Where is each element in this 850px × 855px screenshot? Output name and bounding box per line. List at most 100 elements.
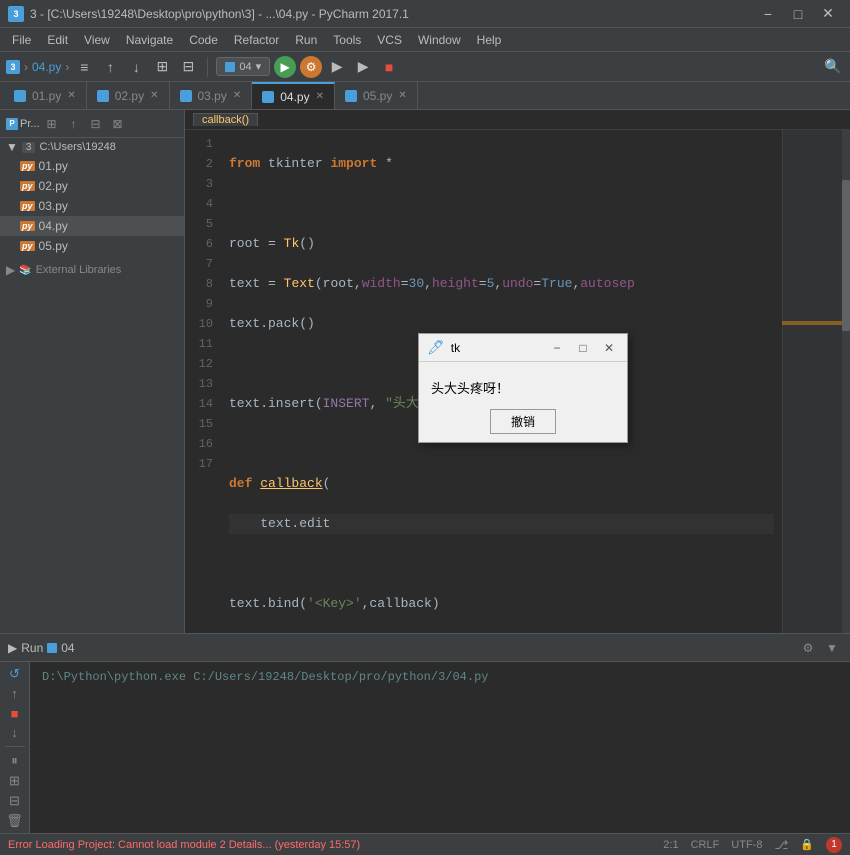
scrollbar[interactable] bbox=[842, 130, 850, 633]
stop-btn[interactable]: ■ bbox=[378, 56, 400, 78]
sidebar-btn1[interactable]: ⊞ bbox=[42, 114, 62, 134]
sidebar-project-icon: P bbox=[6, 118, 18, 130]
sidebar-item-external-libraries[interactable]: ▶ 📚 External Libraries bbox=[0, 260, 184, 280]
coverage-btn[interactable]: ▶ bbox=[326, 56, 348, 78]
run-filter-btn[interactable]: ⊟ bbox=[4, 793, 26, 809]
tree-root[interactable]: ▼ 3 C:\Users\19248 bbox=[0, 138, 184, 156]
tab-05py[interactable]: 05.py ✕ bbox=[335, 82, 418, 109]
toolbar-back-btn[interactable]: ≡ bbox=[73, 56, 95, 78]
minimize-button[interactable]: − bbox=[754, 0, 782, 28]
menubar: File Edit View Navigate Code Refactor Ru… bbox=[0, 28, 850, 52]
project-path: C:\Users\19248 bbox=[39, 141, 115, 153]
toolbar: 3 › 04.py › ≡ ↑ ↓ ⊞ ⊟ 04 ▾ ▶ ⚙ ▶ ▶ ■ 🔍 bbox=[0, 52, 850, 82]
run-config-badge-icon bbox=[47, 643, 57, 653]
scroll-thumb[interactable] bbox=[842, 180, 850, 331]
search-button[interactable]: 🔍 bbox=[822, 56, 844, 78]
sidebar-btn4[interactable]: ⊠ bbox=[108, 114, 128, 134]
menu-navigate[interactable]: Navigate bbox=[118, 28, 181, 52]
menu-view[interactable]: View bbox=[76, 28, 118, 52]
run-icon: ▶ bbox=[8, 641, 17, 655]
project-icon: 3 bbox=[6, 60, 20, 74]
content-area: P Pr... ⊞ ↑ ⊟ ⊠ ▼ 3 C:\Users\19248 py 01… bbox=[0, 110, 850, 833]
error-count-badge[interactable]: 1 bbox=[826, 837, 842, 853]
breadcrumb-section: 3 › 04.py › bbox=[6, 60, 69, 74]
sidebar-item-03py[interactable]: py 03.py bbox=[0, 196, 184, 216]
file-label-03py: 03.py bbox=[39, 199, 68, 213]
run-panel-arrow-btn[interactable]: ▼ bbox=[822, 638, 842, 658]
run-output: D:\Python\python.exe C:/Users/19248/Desk… bbox=[30, 662, 850, 833]
sidebar-item-04py[interactable]: py 04.py bbox=[0, 216, 184, 236]
run-output-path: D:\Python\python.exe C:/Users/19248/Desk… bbox=[42, 670, 488, 684]
sidebar-item-05py[interactable]: py 05.py bbox=[0, 236, 184, 256]
sidebar-item-02py[interactable]: py 02.py bbox=[0, 176, 184, 196]
external-lib-arrow: ▶ bbox=[6, 263, 15, 277]
sidebar-label: Pr... bbox=[20, 118, 40, 130]
tab-icon-02py bbox=[97, 90, 109, 102]
tab-close-02py[interactable]: ✕ bbox=[150, 90, 158, 101]
status-error-text[interactable]: Error Loading Project: Cannot load modul… bbox=[8, 839, 360, 851]
window-title: 3 - [C:\Users\19248\Desktop\pro\python\3… bbox=[30, 7, 754, 21]
menu-refactor[interactable]: Refactor bbox=[226, 28, 287, 52]
tk-message: 头大头疼呀！ bbox=[431, 381, 509, 396]
menu-help[interactable]: Help bbox=[469, 28, 510, 52]
tab-01py[interactable]: 01.py ✕ bbox=[4, 82, 87, 109]
code-line-3: root = Tk() bbox=[229, 234, 774, 254]
status-position[interactable]: 2:1 bbox=[663, 839, 678, 851]
toolbar-btn2[interactable]: ↑ bbox=[99, 56, 121, 78]
tab-close-04py[interactable]: ✕ bbox=[316, 91, 324, 102]
tk-minimize-btn[interactable]: − bbox=[547, 338, 567, 358]
run-config-selector[interactable]: 04 ▾ bbox=[216, 57, 270, 76]
profile-btn[interactable]: ▶ bbox=[352, 56, 374, 78]
run-scroll-btn[interactable]: ⊞ bbox=[4, 773, 26, 789]
sidebar-btn3[interactable]: ⊟ bbox=[86, 114, 106, 134]
menu-window[interactable]: Window bbox=[410, 28, 469, 52]
menu-file[interactable]: File bbox=[4, 28, 39, 52]
tk-app-icon: 🖊 bbox=[427, 339, 445, 356]
tab-02py[interactable]: 02.py ✕ bbox=[87, 82, 170, 109]
run-up-btn[interactable]: ↑ bbox=[4, 686, 26, 701]
file-icon-02py: py bbox=[20, 181, 35, 191]
run-panel-settings-btn[interactable]: ⚙ bbox=[798, 638, 818, 658]
close-button[interactable]: ✕ bbox=[814, 0, 842, 28]
tab-close-03py[interactable]: ✕ bbox=[233, 90, 241, 101]
toolbar-btn3[interactable]: ↓ bbox=[125, 56, 147, 78]
rerun-btn[interactable]: ↺ bbox=[4, 666, 26, 682]
maximize-button[interactable]: □ bbox=[784, 0, 812, 28]
run-pause-btn[interactable]: ⏸ bbox=[4, 753, 26, 769]
tk-footer: 撤销 bbox=[419, 405, 627, 442]
tab-04py[interactable]: 04.py ✕ bbox=[252, 82, 335, 109]
run-button[interactable]: ▶ bbox=[274, 56, 296, 78]
tab-label-04py: 04.py bbox=[280, 90, 309, 104]
debug-button[interactable]: ⚙ bbox=[300, 56, 322, 78]
tk-close-btn[interactable]: ✕ bbox=[599, 338, 619, 358]
code-line-5: text.pack() bbox=[229, 314, 774, 334]
menu-code[interactable]: Code bbox=[181, 28, 226, 52]
minimap-highlight bbox=[782, 321, 842, 325]
toolbar-btn5[interactable]: ⊟ bbox=[177, 56, 199, 78]
menu-run[interactable]: Run bbox=[287, 28, 325, 52]
tk-undo-button[interactable]: 撤销 bbox=[490, 409, 556, 434]
menu-edit[interactable]: Edit bbox=[39, 28, 76, 52]
sidebar-btn2[interactable]: ↑ bbox=[64, 114, 84, 134]
run-clear-btn[interactable]: 🗑 bbox=[4, 813, 26, 829]
run-side-tools: ↺ ↑ ■ ↓ ⏸ ⊞ ⊟ 🗑 bbox=[0, 662, 30, 833]
editor-breadcrumb[interactable]: callback() bbox=[193, 113, 258, 126]
code-line-9: def callback( bbox=[229, 474, 774, 494]
code-line-10: text.edit bbox=[229, 514, 774, 534]
status-encoding[interactable]: UTF-8 bbox=[731, 839, 762, 851]
run-panel-header: ▶ Run 04 ⚙ ▼ bbox=[0, 634, 850, 662]
tab-close-05py[interactable]: ✕ bbox=[398, 90, 406, 101]
tk-maximize-btn[interactable]: □ bbox=[573, 338, 593, 358]
run-down-btn[interactable]: ↓ bbox=[4, 725, 26, 740]
sidebar-item-01py[interactable]: py 01.py bbox=[0, 156, 184, 176]
file-label-04py: 04.py bbox=[39, 219, 68, 233]
breadcrumb-file[interactable]: 04.py bbox=[32, 60, 61, 74]
tab-close-01py[interactable]: ✕ bbox=[67, 90, 75, 101]
tab-label-01py: 01.py bbox=[32, 89, 61, 103]
menu-vcs[interactable]: VCS bbox=[369, 28, 410, 52]
menu-tools[interactable]: Tools bbox=[325, 28, 369, 52]
tab-03py[interactable]: 03.py ✕ bbox=[170, 82, 253, 109]
toolbar-btn4[interactable]: ⊞ bbox=[151, 56, 173, 78]
run-stop-btn[interactable]: ■ bbox=[4, 705, 26, 720]
status-line-sep[interactable]: CRLF bbox=[691, 839, 720, 851]
